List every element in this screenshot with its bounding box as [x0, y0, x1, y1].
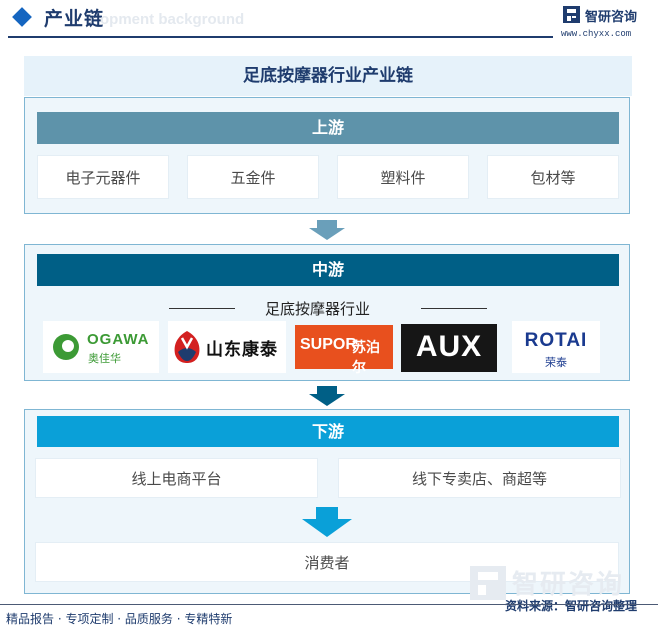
industry-label: 足底按摩器行业	[265, 300, 371, 318]
watermark-logo-icon	[470, 566, 506, 600]
brand-logo-ogawa: OGAWA 奥佳华	[43, 321, 159, 373]
kangtai-emblem-icon	[174, 331, 200, 363]
diagram-title: 足底按摩器行业产业链	[24, 56, 632, 96]
chyxx-logo-icon	[563, 6, 580, 23]
logo-name: 智研咨询	[585, 10, 638, 25]
upstream-section: 上游 电子元器件 五金件 塑料件 包材等	[24, 97, 630, 214]
ogawa-leaf-icon	[53, 334, 79, 360]
midstream-header: 中游	[37, 254, 619, 286]
brand-logo-supor: SUPOR 苏泊尔	[295, 325, 393, 376]
header-diamond-icon	[12, 7, 32, 27]
kangtai-wordmark: 山东康泰	[206, 340, 278, 360]
upstream-header: 上游	[37, 112, 619, 144]
flow-arrow-down-icon	[309, 220, 345, 240]
rotai-cn: 荣泰	[545, 356, 567, 369]
brand-logo-rotai: ROTAI 荣泰	[512, 321, 600, 373]
watermark-text: 智研咨询	[512, 570, 625, 600]
downstream-header: 下游	[37, 416, 619, 447]
industry-line-left	[169, 308, 235, 309]
upstream-item-plastic: 塑料件	[337, 155, 469, 199]
supor-wordmark: SUPOR	[300, 336, 357, 353]
upstream-item-hardware: 五金件	[187, 155, 319, 199]
page-title: 产业链	[44, 8, 105, 30]
ogawa-cn: 奥佳华	[88, 352, 121, 365]
header-divider	[8, 36, 553, 38]
source-note: 资料来源：智研咨询整理	[505, 599, 638, 613]
footer-tagline: 精品报告 · 专项定制 · 品质服务 · 专精特新	[6, 612, 233, 626]
footer-divider	[0, 604, 658, 605]
logo-url: www.chyxx.com	[561, 29, 632, 39]
flow-arrow-down-icon	[302, 507, 352, 537]
supor-cn: 苏泊尔	[352, 340, 380, 376]
rotai-wordmark: ROTAI	[524, 330, 588, 351]
upstream-item-packaging: 包材等	[487, 155, 619, 199]
channel-online: 线上电商平台	[35, 458, 318, 498]
header-bg-text: opment background	[100, 11, 245, 28]
channel-offline: 线下专卖店、商超等	[338, 458, 621, 498]
brand-logo-kangtai: 山东康泰	[168, 321, 286, 373]
aux-wordmark: AUX	[415, 330, 483, 363]
midstream-section: 中游 足底按摩器行业 OGAWA 奥佳华 山东康泰 SUPOR 苏泊尔 AUX …	[24, 244, 630, 381]
industry-line-right	[421, 308, 487, 309]
brand-logo-aux: AUX	[401, 324, 497, 372]
upstream-item-electronics: 电子元器件	[37, 155, 169, 199]
ogawa-wordmark: OGAWA	[87, 331, 150, 348]
flow-arrow-down-icon	[309, 386, 345, 406]
